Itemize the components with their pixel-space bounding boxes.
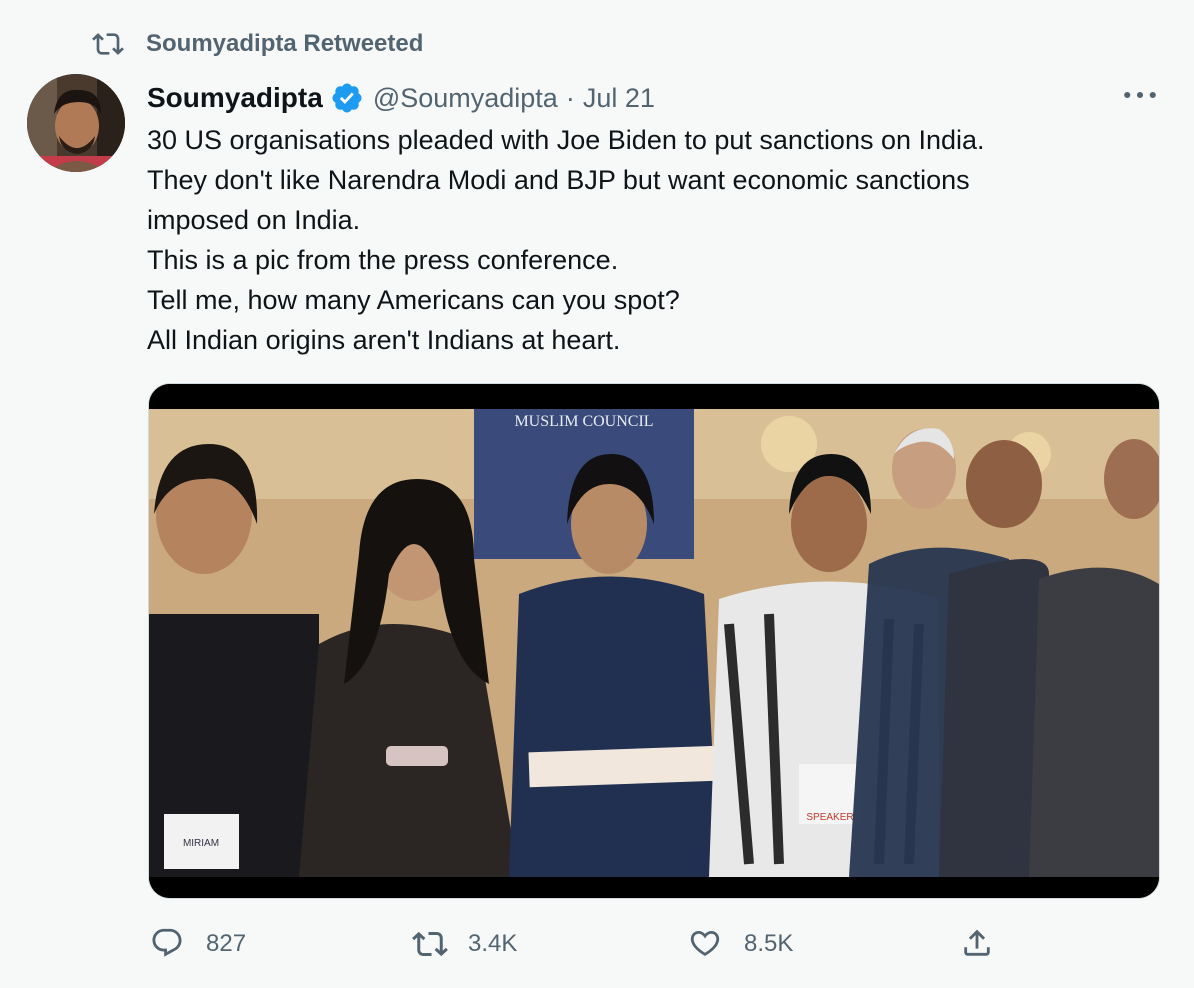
retweet-icon: [412, 926, 448, 962]
tweet-header: Soumyadipta @Soumyadipta · Jul 21: [147, 78, 655, 118]
retweet-context-label[interactable]: Soumyadipta Retweeted: [146, 30, 423, 58]
share-button[interactable]: [960, 920, 996, 968]
author-name[interactable]: Soumyadipta: [147, 82, 323, 114]
more-icon: [1123, 87, 1157, 105]
tweet-text-line: imposed on India.: [147, 205, 361, 235]
retweet-button[interactable]: 3.4K: [412, 920, 517, 968]
badge-text: MIRIAM: [183, 838, 219, 849]
tweet-text-line: 30 US organisations pleaded with Joe Bid…: [147, 125, 985, 155]
tweet-text-line: They don't like Narendra Modi and BJP bu…: [147, 165, 970, 195]
author-handle[interactable]: @Soumyadipta: [373, 83, 558, 114]
avatar[interactable]: [27, 74, 125, 172]
tweet-text-line: All Indian origins aren't Indians at hea…: [147, 325, 621, 355]
badge-text: SPEAKER: [806, 812, 853, 823]
like-button[interactable]: 8.5K: [688, 920, 793, 968]
retweet-count: 3.4K: [468, 930, 518, 957]
like-count: 8.5K: [744, 930, 794, 957]
verified-badge-icon: [330, 81, 364, 115]
tweet-date[interactable]: Jul 21: [583, 83, 655, 114]
reply-button[interactable]: 827: [150, 920, 246, 968]
share-icon: [960, 926, 996, 962]
reply-icon: [150, 926, 186, 962]
reply-count: 827: [206, 930, 247, 957]
tweet-text-line: Tell me, how many Americans can you spot…: [147, 285, 680, 315]
more-options-button[interactable]: [1120, 80, 1160, 112]
tweet-text: 30 US organisations pleaded with Joe Bid…: [147, 120, 1147, 360]
tweet-media-image[interactable]: MUSLIM COUNCIL MIRIAM SPEAKER: [148, 383, 1160, 899]
retweet-icon: [92, 28, 124, 60]
banner-text: MUSLIM COUNCIL: [514, 413, 653, 430]
heart-icon: [688, 926, 724, 962]
tweet-card[interactable]: Soumyadipta Retweeted Soumyadipta @Soumy…: [0, 0, 1194, 988]
separator-dot: ·: [565, 82, 575, 113]
tweet-actions: 827 3.4K 8.5K: [0, 920, 1194, 968]
retweet-context: Soumyadipta Retweeted: [92, 28, 423, 60]
tweet-text-line: This is a pic from the press conference.: [147, 245, 619, 275]
